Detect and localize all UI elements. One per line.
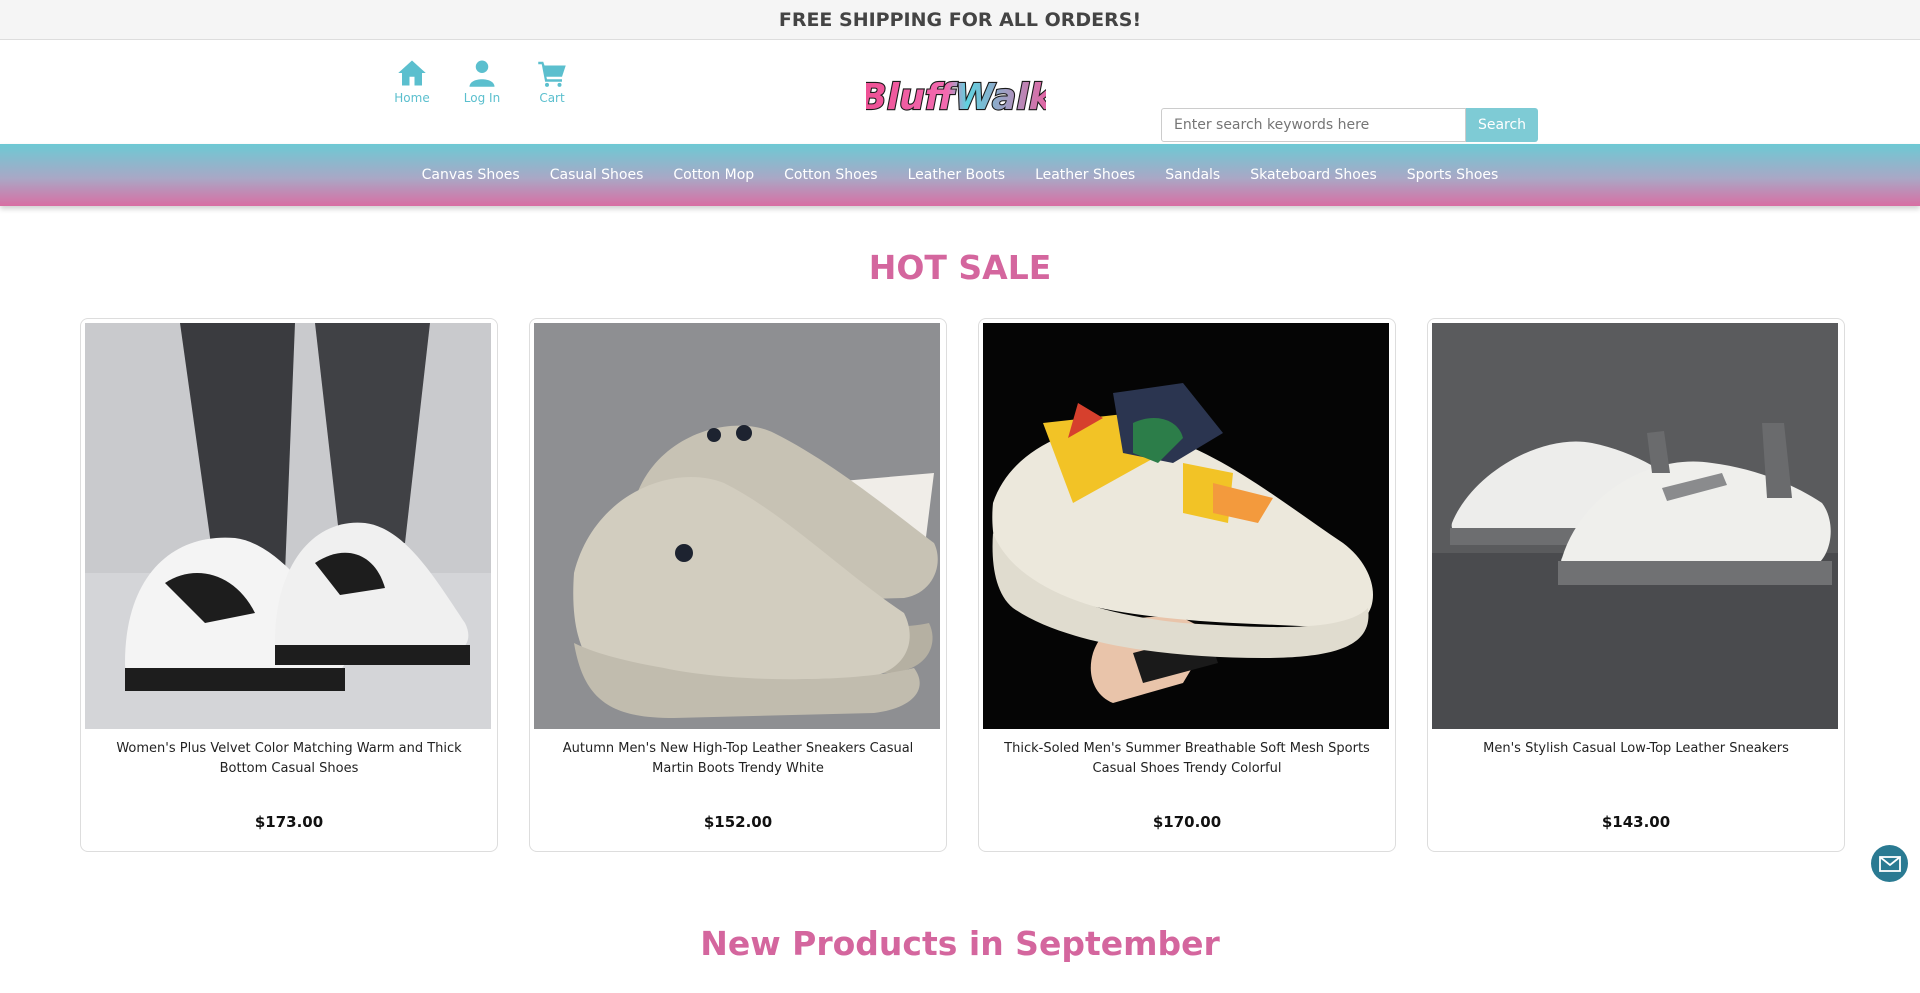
product-name[interactable]: Men's Stylish Casual Low-Top Leather Sne… xyxy=(1444,739,1828,799)
nav-home[interactable]: Home xyxy=(388,58,436,105)
product-card[interactable]: Men's Stylish Casual Low-Top Leather Sne… xyxy=(1427,318,1845,852)
home-icon xyxy=(398,60,426,86)
product-price: $143.00 xyxy=(1601,813,1671,831)
nav-cart[interactable]: Cart xyxy=(528,58,576,105)
product-name[interactable]: Autumn Men's New High-Top Leather Sneake… xyxy=(546,739,930,799)
product-card[interactable]: Thick-Soled Men's Summer Breathable Soft… xyxy=(978,318,1396,852)
menu-sandals[interactable]: Sandals xyxy=(1165,167,1220,183)
nav-cart-label: Cart xyxy=(539,91,565,105)
product-card[interactable]: Women's Plus Velvet Color Matching Warm … xyxy=(80,318,498,852)
product-name[interactable]: Women's Plus Velvet Color Matching Warm … xyxy=(97,739,481,799)
product-image[interactable] xyxy=(534,323,940,729)
search-button[interactable]: Search xyxy=(1466,108,1538,142)
new-products-title: New Products in September xyxy=(700,924,1220,963)
search-bar: Search xyxy=(1161,108,1538,142)
header-nav: Home Log In Cart xyxy=(388,58,576,105)
menu-sports-shoes[interactable]: Sports Shoes xyxy=(1407,167,1499,183)
menu-casual-shoes[interactable]: Casual Shoes xyxy=(550,167,644,183)
hot-sale-title: HOT SALE xyxy=(868,248,1052,287)
header: Home Log In Cart BluffWalk Search xyxy=(0,40,1920,144)
product-price: $152.00 xyxy=(703,813,773,831)
menu-cotton-shoes[interactable]: Cotton Shoes xyxy=(784,167,877,183)
menu-skateboard-shoes[interactable]: Skateboard Shoes xyxy=(1250,167,1377,183)
contact-button[interactable] xyxy=(1871,845,1908,882)
nav-home-label: Home xyxy=(394,91,430,105)
product-card[interactable]: Autumn Men's New High-Top Leather Sneake… xyxy=(529,318,947,852)
nav-login[interactable]: Log In xyxy=(458,58,506,105)
nav-login-label: Log In xyxy=(463,91,501,105)
product-price: $173.00 xyxy=(254,813,324,831)
menu-canvas-shoes[interactable]: Canvas Shoes xyxy=(422,167,520,183)
product-image[interactable] xyxy=(1432,323,1838,729)
menu-cotton-mop[interactable]: Cotton Mop xyxy=(673,167,754,183)
user-icon xyxy=(469,60,495,87)
svg-text:BluffWalk: BluffWalk xyxy=(866,77,1046,118)
product-price: $170.00 xyxy=(1152,813,1222,831)
bluffwalk-logo[interactable]: BluffWalk xyxy=(866,67,1046,123)
product-name[interactable]: Thick-Soled Men's Summer Breathable Soft… xyxy=(995,739,1379,799)
search-input[interactable] xyxy=(1161,108,1466,142)
menu-leather-shoes[interactable]: Leather Shoes xyxy=(1035,167,1135,183)
shipping-banner-text: FREE SHIPPING FOR ALL ORDERS! xyxy=(778,8,1142,31)
shipping-banner: FREE SHIPPING FOR ALL ORDERS! xyxy=(0,0,1920,40)
product-image[interactable] xyxy=(983,323,1389,729)
product-image[interactable] xyxy=(85,323,491,729)
menu-leather-boots[interactable]: Leather Boots xyxy=(908,167,1005,183)
cart-icon xyxy=(538,61,566,87)
hot-sale-products: Women's Plus Velvet Color Matching Warm … xyxy=(80,318,1845,852)
mail-icon xyxy=(1878,855,1901,872)
category-menu: Canvas Shoes Casual Shoes Cotton Mop Cot… xyxy=(0,144,1920,206)
